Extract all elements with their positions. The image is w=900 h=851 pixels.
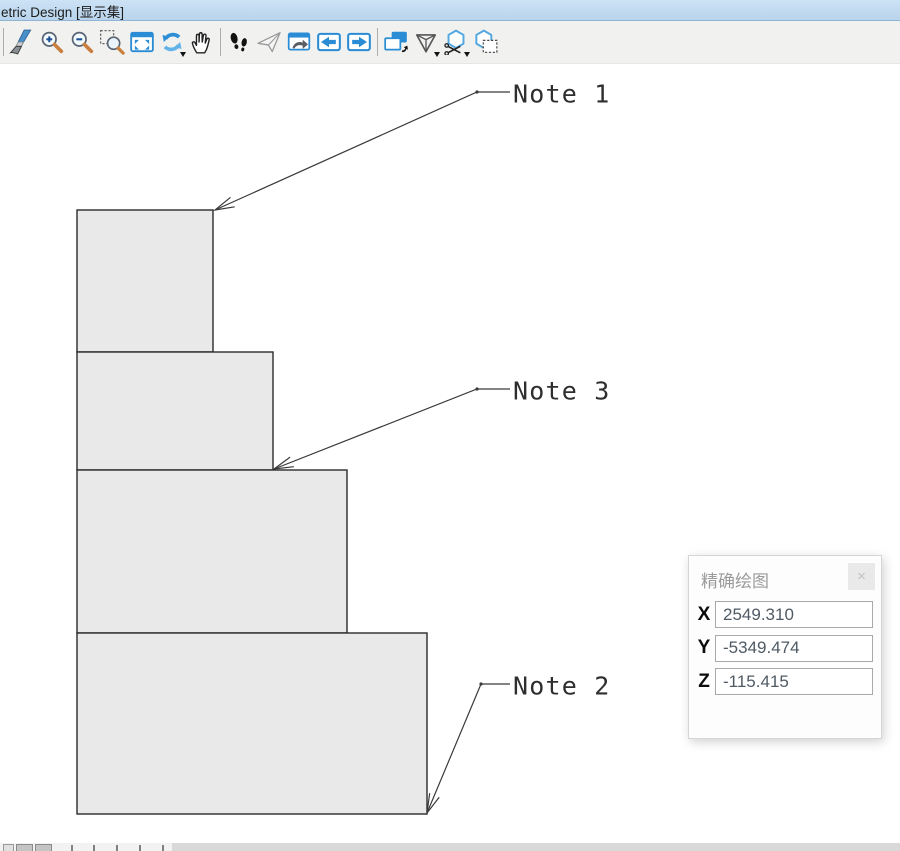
note-label[interactable]: Note 2	[513, 672, 611, 701]
leader-note-3[interactable]: Note 3	[271, 377, 611, 470]
shape-rect-1[interactable]	[76, 209, 214, 353]
shape-rect-4[interactable]	[76, 632, 428, 815]
view-toggles-strip	[0, 843, 900, 851]
clip-volume-button[interactable]	[441, 25, 471, 59]
zoom-in-icon	[41, 31, 64, 54]
rotate-view-button[interactable]	[157, 25, 187, 59]
arrowhead-icon	[271, 456, 294, 470]
leader-note-2[interactable]: Note 2	[426, 672, 611, 816]
close-button[interactable]: ×	[848, 563, 875, 590]
fit-view-button[interactable]	[127, 25, 157, 59]
accudraw-x-row: X	[696, 601, 873, 628]
arrowhead-icon	[426, 793, 440, 816]
y-axis-label: Y	[697, 637, 711, 658]
accudraw-y-row: Y	[696, 634, 873, 662]
close-icon: ×	[857, 568, 866, 585]
zoom-in-button[interactable]	[37, 25, 67, 59]
view-previous-button[interactable]	[314, 25, 344, 59]
window-back-arrow-icon	[287, 32, 311, 51]
statusbar-edge	[172, 843, 900, 851]
view-toggle-button[interactable]	[16, 844, 33, 851]
dropdown-arrow-icon	[434, 52, 440, 57]
note-label[interactable]: Note 1	[513, 80, 611, 109]
view-toggle-mark	[116, 845, 118, 851]
footprints-icon	[230, 32, 247, 52]
view-toggle-mark	[71, 845, 73, 851]
view-history-button[interactable]	[284, 25, 314, 59]
arrow-left-icon	[317, 32, 341, 52]
pan-view-button[interactable]	[187, 25, 217, 59]
application-window: etric Design [显示集] Note 1 Note 3 Note 2 …	[0, 0, 900, 851]
dropdown-arrow-icon	[464, 52, 470, 57]
window-area-icon	[99, 29, 125, 55]
view-next-button[interactable]	[344, 25, 374, 59]
window-title: etric Design [显示集]	[1, 5, 125, 20]
paintbrush-icon	[9, 29, 32, 55]
z-axis-label: Z	[698, 670, 710, 692]
toolbar-separator	[220, 28, 221, 56]
walk-button[interactable]	[224, 25, 254, 59]
accudraw-z-row: Z	[696, 668, 873, 695]
view-toggle-mark	[139, 845, 141, 851]
note-label[interactable]: Note 3	[513, 377, 611, 406]
paper-plane-icon	[257, 32, 281, 53]
view-toggle-mark	[162, 845, 164, 851]
accudraw-panel[interactable]: 精确绘图 × X Y Z	[688, 555, 882, 739]
title-bar[interactable]: etric Design [显示集]	[0, 0, 900, 21]
window-area-button[interactable]	[97, 25, 127, 59]
toolbar-separator	[3, 28, 4, 56]
leader-note-1[interactable]: Note 1	[212, 80, 611, 211]
zoom-out-button[interactable]	[67, 25, 97, 59]
z-coordinate-field[interactable]	[715, 668, 873, 695]
copy-windows-icon	[384, 31, 408, 53]
fit-view-icon	[130, 31, 154, 53]
shape-rect-3[interactable]	[76, 469, 348, 634]
arrowhead-icon	[212, 196, 235, 211]
copy-view-button[interactable]	[381, 25, 411, 59]
arrow-right-icon	[347, 32, 371, 52]
display-style-button[interactable]	[411, 25, 441, 59]
shape-rect-2[interactable]	[76, 351, 274, 471]
accudraw-title: 精确绘图	[701, 572, 769, 591]
view-toggle-mark	[93, 845, 95, 851]
x-coordinate-field[interactable]	[715, 601, 873, 628]
toolbar-separator	[377, 28, 378, 56]
fly-button[interactable]	[254, 25, 284, 59]
view-group-button[interactable]	[3, 844, 14, 851]
update-view-button[interactable]	[7, 25, 37, 59]
x-axis-label: X	[697, 603, 711, 625]
y-coordinate-field[interactable]	[715, 634, 873, 662]
zoom-out-icon	[71, 31, 94, 54]
dropdown-arrow-icon	[180, 52, 186, 57]
view-toggle-button[interactable]	[35, 844, 52, 851]
hexagon-mask-icon	[475, 29, 498, 53]
clip-mask-button[interactable]	[471, 25, 501, 59]
view-toolbar	[0, 21, 900, 64]
pan-hand-icon	[191, 32, 210, 54]
